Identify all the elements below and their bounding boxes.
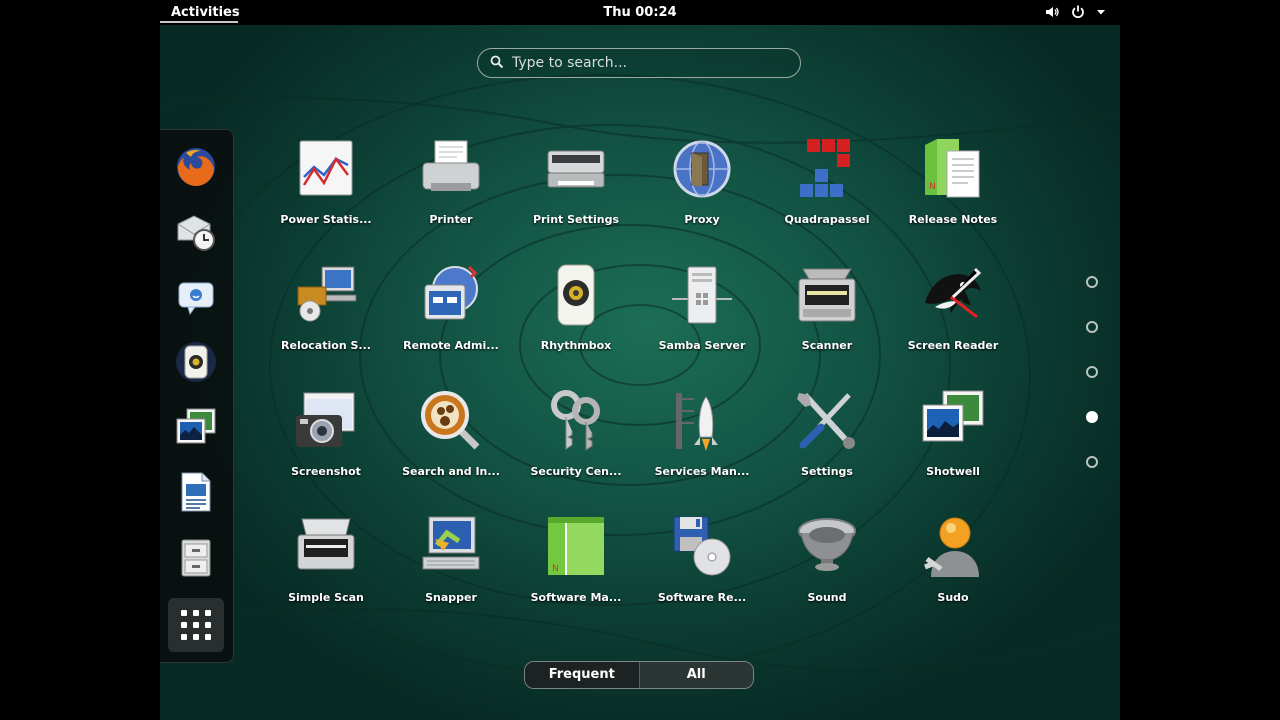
dash-shotwell[interactable] (170, 401, 222, 453)
rhythmbox-icon (557, 264, 595, 326)
services-manager-icon (676, 393, 718, 451)
power-statistics-icon (299, 140, 353, 196)
relocation-server-icon (297, 266, 357, 322)
print-settings-icon (547, 150, 605, 188)
dash-firefox[interactable] (170, 141, 222, 193)
chevron-down-icon[interactable] (1096, 7, 1106, 17)
firefox-icon (177, 148, 215, 187)
app-grid-icon (181, 610, 211, 640)
app-rhythmbox[interactable]: Rhythmbox (514, 263, 638, 352)
app-settings[interactable]: Settings (765, 389, 889, 478)
app-release-notes[interactable]: N Release Notes (891, 137, 1015, 226)
security-center-icon (551, 390, 600, 451)
remote-admin-icon (424, 265, 478, 320)
app-printer[interactable]: Printer (389, 137, 513, 226)
samba-server-icon (672, 266, 732, 324)
file-cabinet-icon (181, 539, 211, 577)
app-sudo[interactable]: Sudo (891, 515, 1015, 604)
document-icon (181, 472, 211, 512)
app-snapper[interactable]: Snapper (389, 515, 513, 604)
search-placeholder: Type to search... (512, 55, 627, 71)
dash-writer[interactable] (170, 466, 222, 518)
release-notes-icon: N (925, 139, 980, 198)
background-pattern (160, 74, 1120, 676)
search-icon (490, 54, 504, 73)
app-screenshot[interactable]: Screenshot (264, 389, 388, 478)
dash (160, 129, 234, 663)
app-power-statistics[interactable]: Power Statis... (264, 137, 388, 226)
page-indicator-5[interactable] (1086, 456, 1098, 468)
svg-text:N: N (552, 564, 559, 574)
quadrapassel-icon (800, 139, 850, 197)
photos-icon (176, 408, 216, 444)
app-scanner[interactable]: Scanner (765, 263, 889, 352)
app-shotwell[interactable]: Shotwell (891, 389, 1015, 478)
chat-icon (178, 282, 214, 316)
svg-text:N: N (929, 182, 936, 192)
shotwell-icon (922, 390, 984, 442)
volume-icon[interactable] (1044, 4, 1060, 20)
app-quadrapassel[interactable]: Quadrapassel (765, 137, 889, 226)
app-overview: Type to search... Power Statis... Printe… (160, 25, 1120, 720)
page-indicator-1[interactable] (1086, 276, 1098, 288)
screenshot-icon (296, 392, 355, 447)
view-switcher: Frequent All (524, 661, 754, 689)
app-services-manager[interactable]: Services Man... (640, 389, 764, 478)
dash-rhythmbox[interactable] (170, 336, 222, 388)
simple-scan-icon (297, 518, 355, 570)
page-indicator-4-active[interactable] (1086, 411, 1098, 423)
screen-reader-icon (925, 267, 982, 319)
dash-evolution[interactable] (170, 206, 222, 258)
app-relocation-server[interactable]: Relocation S... (264, 263, 388, 352)
mail-clock-icon (177, 215, 215, 251)
app-proxy[interactable]: Proxy (640, 137, 764, 226)
page-indicator-2[interactable] (1086, 321, 1098, 333)
printer-icon (422, 140, 480, 191)
app-samba-server[interactable]: Samba Server (640, 263, 764, 352)
app-security-center[interactable]: Security Cen... (514, 389, 638, 478)
app-screen-reader[interactable]: Screen Reader (891, 263, 1015, 352)
page-indicator-3[interactable] (1086, 366, 1098, 378)
app-software-repositories[interactable]: Software Re... (640, 515, 764, 604)
scanner-icon (798, 268, 856, 322)
dash-empathy[interactable] (170, 271, 222, 323)
app-software-manager[interactable]: N Software Ma... (514, 515, 638, 604)
top-bar: Activities Thu 00:24 (160, 0, 1120, 25)
dash-file-cabinet[interactable] (170, 531, 222, 583)
app-simple-scan[interactable]: Simple Scan (264, 515, 388, 604)
search-indexing-icon (421, 391, 480, 450)
system-menu[interactable] (1044, 4, 1106, 20)
app-search-indexing[interactable]: Search and In... (389, 389, 513, 478)
sudo-icon (924, 517, 979, 577)
proxy-icon (673, 140, 731, 198)
app-print-settings[interactable]: Print Settings (514, 137, 638, 226)
clock[interactable]: Thu 00:24 (160, 0, 1120, 25)
sound-icon (798, 518, 856, 571)
software-manager-icon: N (548, 517, 604, 575)
app-sound[interactable]: Sound (765, 515, 889, 604)
tab-all[interactable]: All (639, 662, 753, 688)
app-remote-admin[interactable]: Remote Admi... (389, 263, 513, 352)
power-icon[interactable] (1070, 4, 1086, 20)
settings-icon (797, 392, 855, 449)
show-applications-button[interactable] (168, 598, 224, 652)
search-input[interactable]: Type to search... (477, 48, 801, 78)
snapper-icon (422, 516, 480, 570)
tab-frequent[interactable]: Frequent (525, 662, 640, 688)
software-repositories-icon (673, 516, 731, 576)
speaker-icon (176, 342, 216, 382)
